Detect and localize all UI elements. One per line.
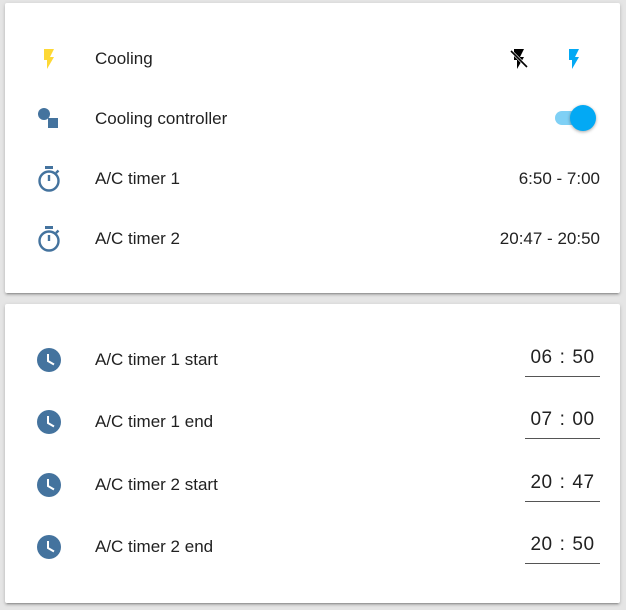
row-cooling[interactable]: Cooling (5, 39, 620, 79)
hours-field[interactable]: 06 (530, 347, 552, 369)
clock-icon (33, 471, 65, 499)
time-inputs-card: A/C timer 1 start 06 : 50 A/C timer 1 en… (5, 304, 620, 603)
ac-timer-2-label: A/C timer 2 (95, 229, 181, 248)
cooling-label: Cooling (95, 49, 153, 68)
clock-icon (33, 408, 65, 436)
cooling-controller-label: Cooling controller (95, 109, 228, 128)
ac-timer-2-end-label: A/C timer 2 end (95, 537, 214, 556)
row-ac-timer-1: A/C timer 1 6:50 - 7:00 (5, 159, 620, 199)
timer-icon (33, 165, 65, 193)
hours-field[interactable]: 20 (530, 472, 552, 494)
flash-off-icon (509, 49, 529, 69)
ac-timer-2-start-input[interactable]: 20 : 47 (525, 465, 600, 502)
timer-icon (33, 225, 65, 253)
clock-icon (33, 346, 65, 374)
ac-timer-1-start-input[interactable]: 06 : 50 (525, 340, 600, 377)
toggle-thumb (570, 105, 596, 131)
hours-field[interactable]: 20 (530, 534, 552, 556)
row-ac-timer-2-start: A/C timer 2 start 20 : 47 (5, 465, 620, 505)
cooling-controller-toggle[interactable] (552, 103, 598, 133)
ac-timer-1-value: 6:50 - 7:00 (518, 169, 600, 188)
ac-timer-2-value: 20:47 - 20:50 (499, 229, 600, 248)
flash-icon (569, 49, 579, 69)
time-separator: : (559, 347, 566, 368)
shapes-icon (33, 105, 65, 133)
ac-timer-2-start-label: A/C timer 2 start (95, 475, 218, 494)
ac-timer-1-start-label: A/C timer 1 start (95, 350, 218, 369)
row-ac-timer-2: A/C timer 2 20:47 - 20:50 (5, 219, 620, 259)
minutes-field[interactable]: 00 (572, 409, 594, 431)
turn-on-button[interactable] (554, 39, 594, 79)
minutes-field[interactable]: 50 (572, 534, 594, 556)
row-ac-timer-2-end: A/C timer 2 end 20 : 50 (5, 527, 620, 567)
ac-timer-1-label: A/C timer 1 (95, 169, 181, 188)
ac-timer-2-end-input[interactable]: 20 : 50 (525, 527, 600, 564)
time-separator: : (559, 409, 566, 430)
ac-timer-1-end-label: A/C timer 1 end (95, 412, 214, 431)
row-cooling-controller: Cooling controller (5, 99, 620, 139)
lightning-bolt-icon (33, 45, 65, 73)
row-ac-timer-1-start: A/C timer 1 start 06 : 50 (5, 340, 620, 380)
row-ac-timer-1-end: A/C timer 1 end 07 : 00 (5, 402, 620, 442)
turn-off-button[interactable] (499, 39, 539, 79)
minutes-field[interactable]: 47 (572, 472, 594, 494)
ac-timer-1-end-input[interactable]: 07 : 00 (525, 402, 600, 439)
time-separator: : (559, 472, 566, 493)
hours-field[interactable]: 07 (530, 409, 552, 431)
minutes-field[interactable]: 50 (572, 347, 594, 369)
time-separator: : (559, 534, 566, 555)
entities-card: Cooling Cooling controller A/C timer 1 6… (5, 3, 620, 293)
clock-icon (33, 533, 65, 561)
